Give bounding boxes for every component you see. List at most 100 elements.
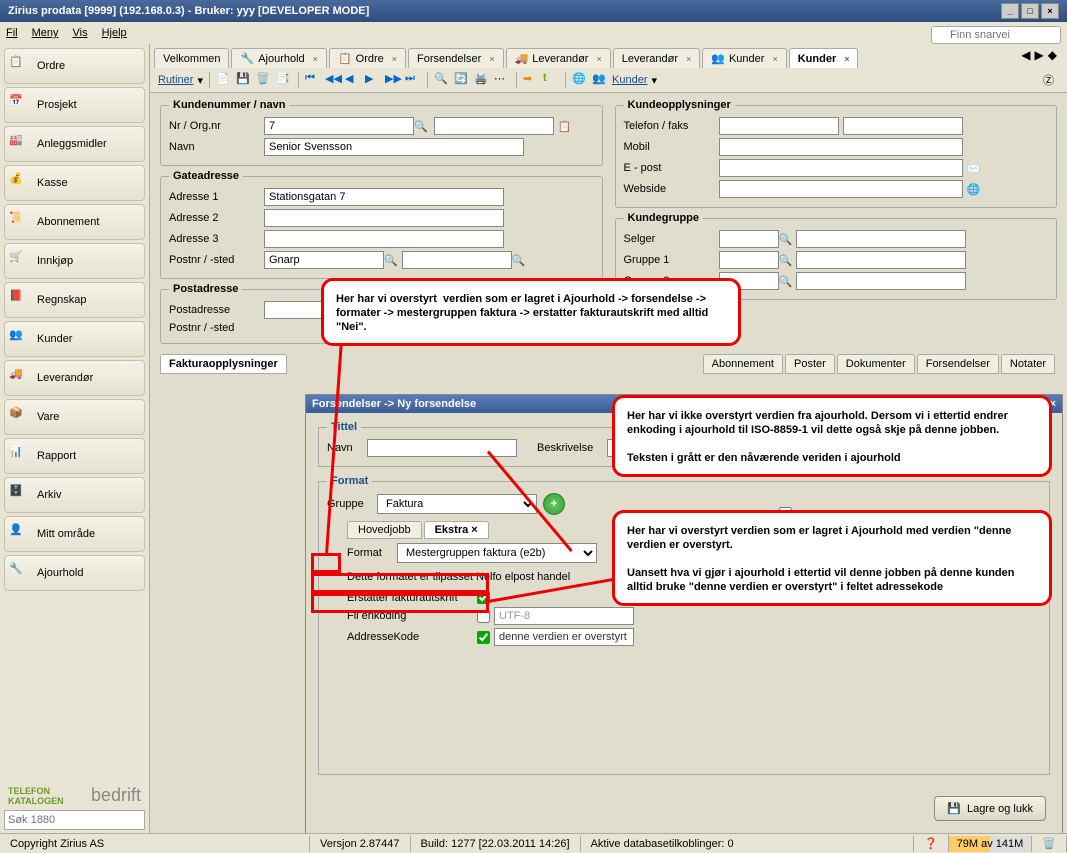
tab-menu-icon[interactable]: ◆ bbox=[1048, 48, 1057, 68]
nr-input[interactable] bbox=[264, 117, 414, 135]
sted-input[interactable] bbox=[264, 251, 384, 269]
addressekode-checkbox[interactable] bbox=[477, 631, 490, 644]
tab-leverandor-2[interactable]: Leverandør× bbox=[613, 48, 701, 68]
help-icon[interactable]: ❓ bbox=[914, 835, 949, 852]
gruppe1-code-input[interactable] bbox=[719, 251, 779, 269]
telefon-input[interactable] bbox=[719, 117, 839, 135]
sidebar-item-abonnement[interactable]: 📜Abonnement bbox=[4, 204, 145, 240]
tab-ordre[interactable]: 📋Ordre× bbox=[329, 48, 406, 68]
tab-close-icon[interactable]: × bbox=[686, 54, 691, 64]
sidebar-item-kunder[interactable]: 👥Kunder bbox=[4, 321, 145, 357]
gruppe-select[interactable]: Faktura bbox=[377, 494, 537, 514]
sidebar-item-leverandor[interactable]: 🚚Leverandør bbox=[4, 360, 145, 396]
sidebar-item-arkiv[interactable]: 🗄️Arkiv bbox=[4, 477, 145, 513]
next-icon[interactable]: ▶▶ bbox=[385, 72, 401, 88]
tab-leverandor-1[interactable]: 🚚Leverandør× bbox=[506, 48, 611, 68]
sidebar-item-vare[interactable]: 📦Vare bbox=[4, 399, 145, 435]
epost-input[interactable] bbox=[719, 159, 963, 177]
close-button[interactable]: × bbox=[1041, 3, 1059, 19]
sidebar-item-ordre[interactable]: 📋Ordre bbox=[4, 48, 145, 84]
gruppe2-name-input[interactable] bbox=[796, 272, 966, 290]
selger-name-input[interactable] bbox=[796, 230, 966, 248]
trash-icon[interactable]: 🗑️ bbox=[1032, 835, 1067, 852]
subtab-notater[interactable]: Notater bbox=[1001, 354, 1055, 374]
search-icon[interactable]: 🔍 bbox=[434, 72, 450, 88]
quick-search-input[interactable] bbox=[931, 26, 1061, 44]
sidebar-item-kasse[interactable]: 💰Kasse bbox=[4, 165, 145, 201]
webside-input[interactable] bbox=[719, 180, 963, 198]
arrow-right-icon[interactable]: ➡ bbox=[523, 72, 539, 88]
back-icon[interactable]: ◀ bbox=[345, 72, 361, 88]
more-icon[interactable]: ⋯ bbox=[494, 72, 510, 88]
menu-fil[interactable]: Fil bbox=[6, 27, 18, 39]
tab-velkommen[interactable]: Velkommen bbox=[154, 48, 229, 68]
1880-icon[interactable]: t bbox=[543, 72, 559, 88]
search-icon[interactable]: 🔍 bbox=[779, 233, 793, 246]
globe-icon[interactable]: 🌐 bbox=[572, 72, 588, 88]
tab-next-icon[interactable]: ▶ bbox=[1035, 48, 1044, 68]
selger-code-input[interactable] bbox=[719, 230, 779, 248]
save-icon[interactable]: 💾 bbox=[236, 72, 252, 88]
mobil-input[interactable] bbox=[719, 138, 963, 156]
sidebar-item-ajourhold[interactable]: 🔧Ajourhold bbox=[4, 555, 145, 591]
tab-close-icon[interactable]: × bbox=[471, 524, 477, 536]
search-icon[interactable]: 🔍 bbox=[779, 275, 793, 288]
copy-icon[interactable]: 📑 bbox=[276, 72, 292, 88]
subtab-dokumenter[interactable]: Dokumenter bbox=[837, 354, 915, 374]
search-icon[interactable]: 🔍 bbox=[414, 120, 428, 133]
subtab-forsendelser[interactable]: Forsendelser bbox=[917, 354, 999, 374]
tab-close-icon[interactable]: × bbox=[392, 54, 397, 64]
print-icon[interactable]: 🖨️ bbox=[474, 72, 490, 88]
add-button[interactable]: + bbox=[543, 493, 565, 515]
adresse3-input[interactable] bbox=[264, 230, 504, 248]
adresse2-input[interactable] bbox=[264, 209, 504, 227]
first-icon[interactable]: ⏮ bbox=[305, 72, 321, 88]
filenkoding-input[interactable] bbox=[494, 607, 634, 625]
search-icon[interactable]: 🔍 bbox=[512, 254, 526, 267]
gruppe1-name-input[interactable] bbox=[796, 251, 966, 269]
tab-close-icon[interactable]: × bbox=[772, 54, 777, 64]
subtab-abonnement[interactable]: Abonnement bbox=[703, 354, 783, 374]
sidebar-item-regnskap[interactable]: 📕Regnskap bbox=[4, 282, 145, 318]
addressekode-input[interactable] bbox=[494, 628, 634, 646]
search-icon[interactable]: 🔍 bbox=[384, 254, 398, 267]
search-icon[interactable]: 🔍 bbox=[779, 254, 793, 267]
minimize-button[interactable]: _ bbox=[1001, 3, 1019, 19]
kunder-link[interactable]: Kunder bbox=[612, 74, 647, 86]
maximize-button[interactable]: □ bbox=[1021, 3, 1039, 19]
forward-icon[interactable]: ▶ bbox=[365, 72, 381, 88]
tab-close-icon[interactable]: × bbox=[489, 54, 494, 64]
delete-icon[interactable]: 🗑️ bbox=[256, 72, 272, 88]
side-search-input[interactable] bbox=[4, 810, 145, 830]
mail-icon[interactable]: ✉️ bbox=[967, 162, 981, 175]
people-icon[interactable]: 👥 bbox=[592, 72, 608, 88]
sidebar-item-anleggsmidler[interactable]: 🏭Anleggsmidler bbox=[4, 126, 145, 162]
innertab-hovedjobb[interactable]: Hovedjobb bbox=[347, 521, 422, 539]
sidebar-item-mitt-omrade[interactable]: 👤Mitt område bbox=[4, 516, 145, 552]
subtab-faktura[interactable]: Fakturaopplysninger bbox=[160, 354, 287, 374]
tab-close-icon[interactable]: × bbox=[596, 54, 601, 64]
tab-prev-icon[interactable]: ◀ bbox=[1021, 48, 1030, 68]
dropdown-icon[interactable]: ▾ bbox=[651, 74, 657, 87]
faks-input[interactable] bbox=[843, 117, 963, 135]
tab-kunder-2[interactable]: Kunder× bbox=[789, 48, 859, 68]
navn-input[interactable] bbox=[264, 138, 524, 156]
dlg-navn-input[interactable] bbox=[367, 439, 517, 457]
rutiner-link[interactable]: Rutiner bbox=[158, 74, 193, 86]
sidebar-item-innkjop[interactable]: 🛒Innkjøp bbox=[4, 243, 145, 279]
globe-icon[interactable]: 🌐 bbox=[967, 183, 981, 196]
tab-forsendelser[interactable]: Forsendelser× bbox=[408, 48, 503, 68]
save-close-button[interactable]: 💾 Lagre og lukk bbox=[934, 796, 1046, 821]
adresse1-input[interactable] bbox=[264, 188, 504, 206]
menu-hjelp[interactable]: Hjelp bbox=[102, 27, 127, 39]
last-icon[interactable]: ⏭ bbox=[405, 72, 421, 88]
prev-icon[interactable]: ◀◀ bbox=[325, 72, 341, 88]
refresh-icon[interactable]: 🔄 bbox=[454, 72, 470, 88]
dropdown-icon[interactable]: ▾ bbox=[197, 74, 203, 87]
postnr-input[interactable] bbox=[402, 251, 512, 269]
sidebar-item-prosjekt[interactable]: 📅Prosjekt bbox=[4, 87, 145, 123]
orgnr-input[interactable] bbox=[434, 117, 554, 135]
menu-meny[interactable]: Meny bbox=[32, 27, 59, 39]
sidebar-item-rapport[interactable]: 📊Rapport bbox=[4, 438, 145, 474]
tab-close-icon[interactable]: × bbox=[844, 54, 849, 64]
